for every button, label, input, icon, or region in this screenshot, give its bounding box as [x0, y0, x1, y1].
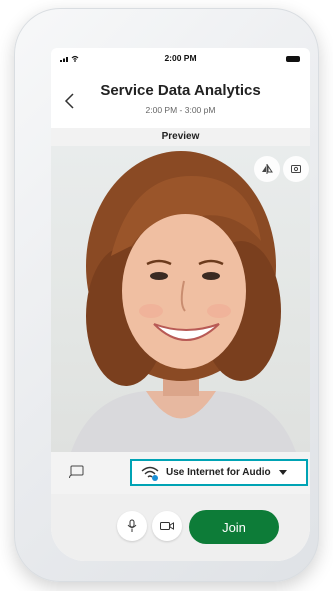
- status-bar: 2:00 PM: [51, 48, 310, 70]
- cast-icon[interactable]: [69, 465, 85, 479]
- wifi-audio-icon: [141, 466, 159, 481]
- mirror-icon: [262, 164, 273, 174]
- join-button[interactable]: Join: [189, 510, 279, 544]
- mirror-button[interactable]: [254, 156, 280, 182]
- audio-option-select[interactable]: Use Internet for Audio: [130, 459, 308, 486]
- video-button[interactable]: [152, 511, 182, 541]
- switch-camera-button[interactable]: [283, 156, 309, 182]
- action-bar: Join: [51, 494, 310, 561]
- video-camera-icon: [160, 522, 174, 530]
- phone-frame: 2:00 PM Service Data Analytics 2:00 PM -…: [14, 8, 319, 582]
- status-time: 2:00 PM: [164, 53, 197, 63]
- battery-icon: [286, 56, 300, 62]
- person-photo: [71, 151, 296, 452]
- meeting-title: Service Data Analytics: [100, 82, 261, 99]
- meeting-time-range: 2:00 PM - 3:00 pM: [145, 105, 216, 115]
- audio-option-label: Use Internet for Audio: [166, 467, 271, 478]
- camera-preview: [51, 146, 310, 452]
- audio-options-row: Use Internet for Audio: [51, 452, 310, 494]
- microphone-button[interactable]: [117, 511, 147, 541]
- microphone-icon: [127, 519, 137, 532]
- preview-label: Preview: [51, 128, 310, 146]
- app-screen: 2:00 PM Service Data Analytics 2:00 PM -…: [51, 48, 310, 561]
- switch-camera-icon: [291, 165, 301, 173]
- caret-down-icon: [278, 469, 287, 475]
